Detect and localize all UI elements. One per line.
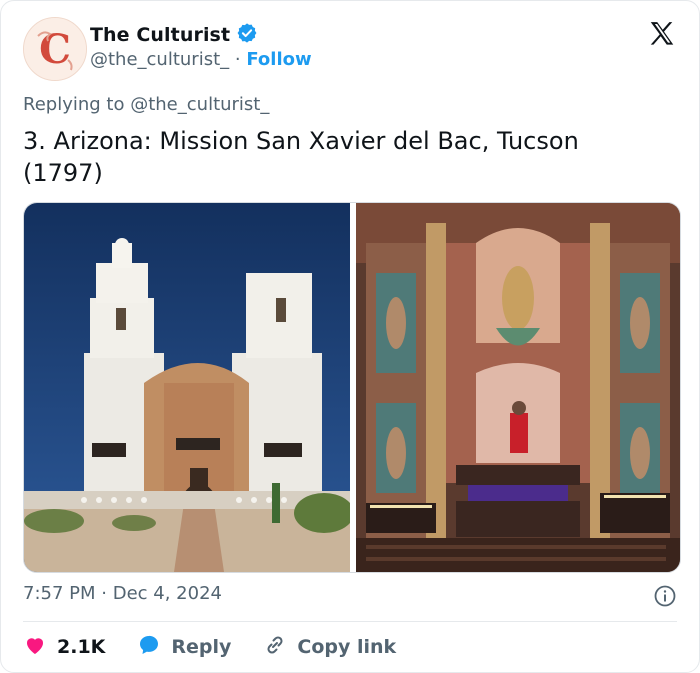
replying-prefix: Replying to bbox=[23, 94, 125, 115]
mission-interior-photo[interactable] bbox=[356, 203, 680, 572]
reply-bubble-icon bbox=[137, 633, 161, 662]
author-display-name[interactable]: The Culturist bbox=[90, 24, 230, 46]
author-handle[interactable]: @the_culturist_ bbox=[90, 49, 229, 70]
replying-to: Replying to @the_culturist_ bbox=[23, 94, 269, 115]
mission-exterior-photo[interactable] bbox=[24, 203, 350, 572]
tweet-date: Dec 4, 2024 bbox=[112, 583, 222, 604]
link-icon bbox=[263, 633, 287, 662]
timestamp-separator: · bbox=[101, 583, 107, 604]
reply-button[interactable]: Reply bbox=[137, 633, 231, 662]
tweet-timestamp[interactable]: 7:57 PM · Dec 4, 2024 bbox=[23, 583, 222, 604]
author-name-row: The Culturist bbox=[90, 22, 258, 48]
verified-badge-icon bbox=[236, 22, 258, 48]
divider bbox=[23, 621, 677, 622]
replying-handle[interactable]: @the_culturist_ bbox=[130, 94, 269, 115]
copy-link-button[interactable]: Copy link bbox=[263, 633, 396, 662]
follow-button[interactable]: Follow bbox=[246, 49, 311, 70]
avatar[interactable]: C bbox=[23, 17, 87, 81]
tweet-time: 7:57 PM bbox=[23, 583, 96, 604]
media-grid bbox=[23, 202, 681, 573]
culturist-logo: C bbox=[24, 18, 86, 80]
action-bar: 2.1K Reply Copy link bbox=[23, 633, 428, 661]
reply-label: Reply bbox=[171, 636, 232, 658]
heart-icon bbox=[23, 633, 47, 662]
info-icon[interactable] bbox=[653, 584, 677, 608]
tweet-text: 3. Arizona: Mission San Xavier del Bac, … bbox=[23, 127, 579, 187]
handle-separator: · bbox=[234, 49, 241, 70]
like-button[interactable]: 2.1K bbox=[23, 633, 105, 662]
copy-link-label: Copy link bbox=[297, 636, 397, 658]
author-handle-row: @the_culturist_ · Follow bbox=[90, 49, 312, 70]
tweet-card: C The Culturist @the_culturist_ · Follow… bbox=[0, 0, 700, 673]
x-logo-icon[interactable] bbox=[647, 19, 677, 49]
like-count: 2.1K bbox=[57, 636, 106, 658]
